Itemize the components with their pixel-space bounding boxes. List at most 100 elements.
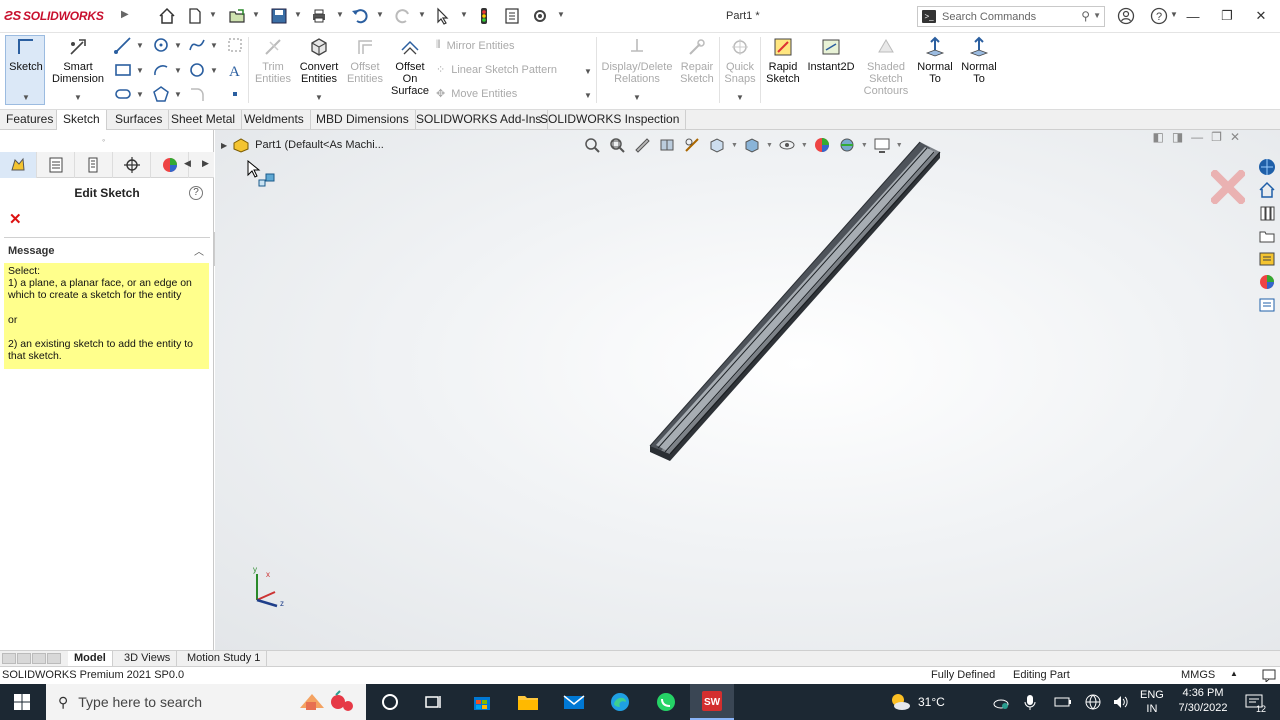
- select-dropdown-icon[interactable]: ▼: [460, 10, 468, 19]
- tab-navigation-arrows[interactable]: [2, 653, 61, 664]
- search-dropdown-icon[interactable]: ▼: [1093, 11, 1101, 20]
- arc-dropdown-icon[interactable]: ▼: [174, 66, 182, 75]
- wifi-globe-icon[interactable]: [1084, 684, 1102, 720]
- taskbar-clock[interactable]: 4:36 PM 7/30/2022: [1168, 686, 1238, 716]
- arc-icon[interactable]: [150, 60, 172, 80]
- status-chat-icon[interactable]: [1262, 668, 1276, 685]
- sketch-command[interactable]: Sketch: [8, 35, 44, 73]
- rectangle-dropdown-icon[interactable]: ▼: [136, 66, 144, 75]
- microphone-icon[interactable]: [1024, 684, 1036, 720]
- panel-grip-icon[interactable]: ◦: [102, 135, 105, 145]
- rectangle-icon[interactable]: [112, 60, 134, 80]
- pattern-dropdown-icon[interactable]: ▼: [584, 67, 592, 76]
- mail-icon[interactable]: [552, 684, 596, 720]
- ellipse-icon[interactable]: [186, 60, 208, 80]
- dimension-dropdown-icon[interactable]: ▼: [74, 93, 82, 102]
- redo-dropdown-icon[interactable]: ▼: [418, 10, 426, 19]
- options-dropdown-icon[interactable]: ▼: [557, 10, 565, 19]
- spline-dropdown-icon[interactable]: ▼: [210, 41, 218, 50]
- appearances-icon[interactable]: [1255, 271, 1279, 293]
- display-delete-relations-button[interactable]: Display/Delete Relations: [600, 35, 674, 85]
- custom-properties-icon[interactable]: [1255, 294, 1279, 316]
- circle-icon[interactable]: [150, 35, 172, 55]
- rapid-sketch-button[interactable]: Rapid Sketch: [763, 35, 803, 85]
- configuration-manager-tab-icon[interactable]: [76, 152, 113, 178]
- volume-icon[interactable]: [1112, 684, 1130, 720]
- weather-widget[interactable]: 31°C: [888, 684, 945, 720]
- task-view-icon[interactable]: [412, 684, 456, 720]
- tab-scroll-left-icon[interactable]: ◀: [184, 158, 191, 169]
- normal-to-secondary-button[interactable]: Normal To: [958, 35, 1000, 85]
- move-dropdown-icon[interactable]: ▼: [584, 91, 592, 100]
- solidworks-taskbar-icon[interactable]: SW: [690, 684, 734, 720]
- smart-dimension-button[interactable]: Smart Dimension: [50, 35, 106, 85]
- convert-entities-button[interactable]: Convert Entities: [296, 35, 342, 85]
- relations-dropdown-icon[interactable]: ▼: [633, 93, 641, 102]
- tab-solidworks-add-ins[interactable]: SOLIDWORKS Add-Ins: [410, 110, 549, 130]
- sketch-box-select-icon[interactable]: [224, 35, 246, 55]
- dimxpert-tab-icon[interactable]: [114, 152, 151, 178]
- tab-sketch[interactable]: Sketch: [56, 110, 107, 130]
- undo-icon[interactable]: [349, 6, 371, 26]
- network-cloud-icon[interactable]: [992, 684, 1010, 720]
- select-cursor-icon[interactable]: [432, 6, 454, 26]
- offset-entities-button[interactable]: Offset Entities: [344, 35, 386, 85]
- notifications-icon[interactable]: 12: [1244, 684, 1266, 720]
- edge-browser-icon[interactable]: [598, 684, 642, 720]
- normal-to-button[interactable]: Normal To: [914, 35, 956, 85]
- feature-manager-tab-icon[interactable]: [0, 152, 37, 178]
- restore-icon[interactable]: ❐: [1214, 4, 1240, 28]
- home-icon[interactable]: [1255, 179, 1279, 201]
- polygon-dropdown-icon[interactable]: ▼: [174, 90, 182, 99]
- battery-plug-icon[interactable]: [1054, 684, 1072, 720]
- file-explorer-icon[interactable]: [506, 684, 550, 720]
- tab-sheet-metal[interactable]: Sheet Metal: [165, 110, 243, 130]
- account-icon[interactable]: [1113, 4, 1139, 28]
- print-icon[interactable]: [308, 6, 330, 26]
- text-icon[interactable]: A: [224, 60, 246, 80]
- collapse-chevron-icon[interactable]: ︿: [194, 243, 204, 258]
- slot-icon[interactable]: [112, 84, 134, 104]
- tab-mbd-dimensions[interactable]: MBD Dimensions: [310, 110, 416, 130]
- undo-dropdown-icon[interactable]: ▼: [376, 10, 384, 19]
- redo-icon[interactable]: [392, 6, 414, 26]
- tab-scroll-right-icon[interactable]: ▶: [202, 158, 209, 169]
- open-dropdown-icon[interactable]: ▼: [252, 10, 260, 19]
- line-icon[interactable]: [112, 35, 134, 55]
- ellipse-dropdown-icon[interactable]: ▼: [210, 66, 218, 75]
- quick-snaps-button[interactable]: Quick Snaps: [722, 35, 758, 85]
- microsoft-store-icon[interactable]: [460, 684, 504, 720]
- search-commands-input[interactable]: [942, 9, 1072, 24]
- design-library-icon[interactable]: [1255, 202, 1279, 224]
- help-icon[interactable]: ?: [1146, 4, 1172, 28]
- graphics-area[interactable]: ▶ Part1 (Default<As Machi... ▼ ▼ ▼ ▼ ▼ ◧…: [215, 130, 1280, 650]
- instant2d-button[interactable]: Instant2D: [806, 35, 856, 73]
- shaded-sketch-contours-button[interactable]: Shaded Sketch Contours: [860, 35, 912, 97]
- point-icon[interactable]: [224, 84, 246, 104]
- windows-start-icon[interactable]: [0, 684, 44, 720]
- home-icon[interactable]: [156, 6, 178, 26]
- property-manager-tab-icon[interactable]: [38, 152, 75, 178]
- tab-model[interactable]: Model: [68, 651, 113, 666]
- solidworks-logo[interactable]: ƧS SOLIDWORKS: [4, 8, 104, 23]
- options-gear-icon[interactable]: [529, 6, 551, 26]
- help-dropdown-icon[interactable]: ▼: [1170, 10, 1178, 19]
- channel-3d-model[interactable]: [215, 130, 1280, 650]
- snaps-dropdown-icon[interactable]: ▼: [736, 93, 744, 102]
- move-entities-button[interactable]: ✥ Move Entities: [436, 87, 517, 101]
- fillet-icon[interactable]: [186, 84, 208, 104]
- search-icon[interactable]: ⚲: [1081, 9, 1090, 23]
- linear-sketch-pattern-button[interactable]: ⁘ Linear Sketch Pattern: [436, 63, 557, 77]
- tab-solidworks-inspection[interactable]: SOLIDWORKS Inspection: [534, 110, 687, 130]
- save-icon[interactable]: [268, 6, 290, 26]
- print-dropdown-icon[interactable]: ▼: [336, 10, 344, 19]
- new-document-icon[interactable]: [184, 6, 206, 26]
- slot-dropdown-icon[interactable]: ▼: [136, 90, 144, 99]
- taskbar-search-box[interactable]: ⚲: [46, 684, 366, 720]
- polygon-icon[interactable]: [150, 84, 172, 104]
- help-icon[interactable]: ?: [189, 186, 203, 200]
- taskbar-search-input[interactable]: [78, 694, 279, 710]
- menu-expand-arrow[interactable]: ▶: [121, 9, 129, 20]
- new-dropdown-icon[interactable]: ▼: [209, 10, 217, 19]
- tab-weldments[interactable]: Weldments: [238, 110, 311, 130]
